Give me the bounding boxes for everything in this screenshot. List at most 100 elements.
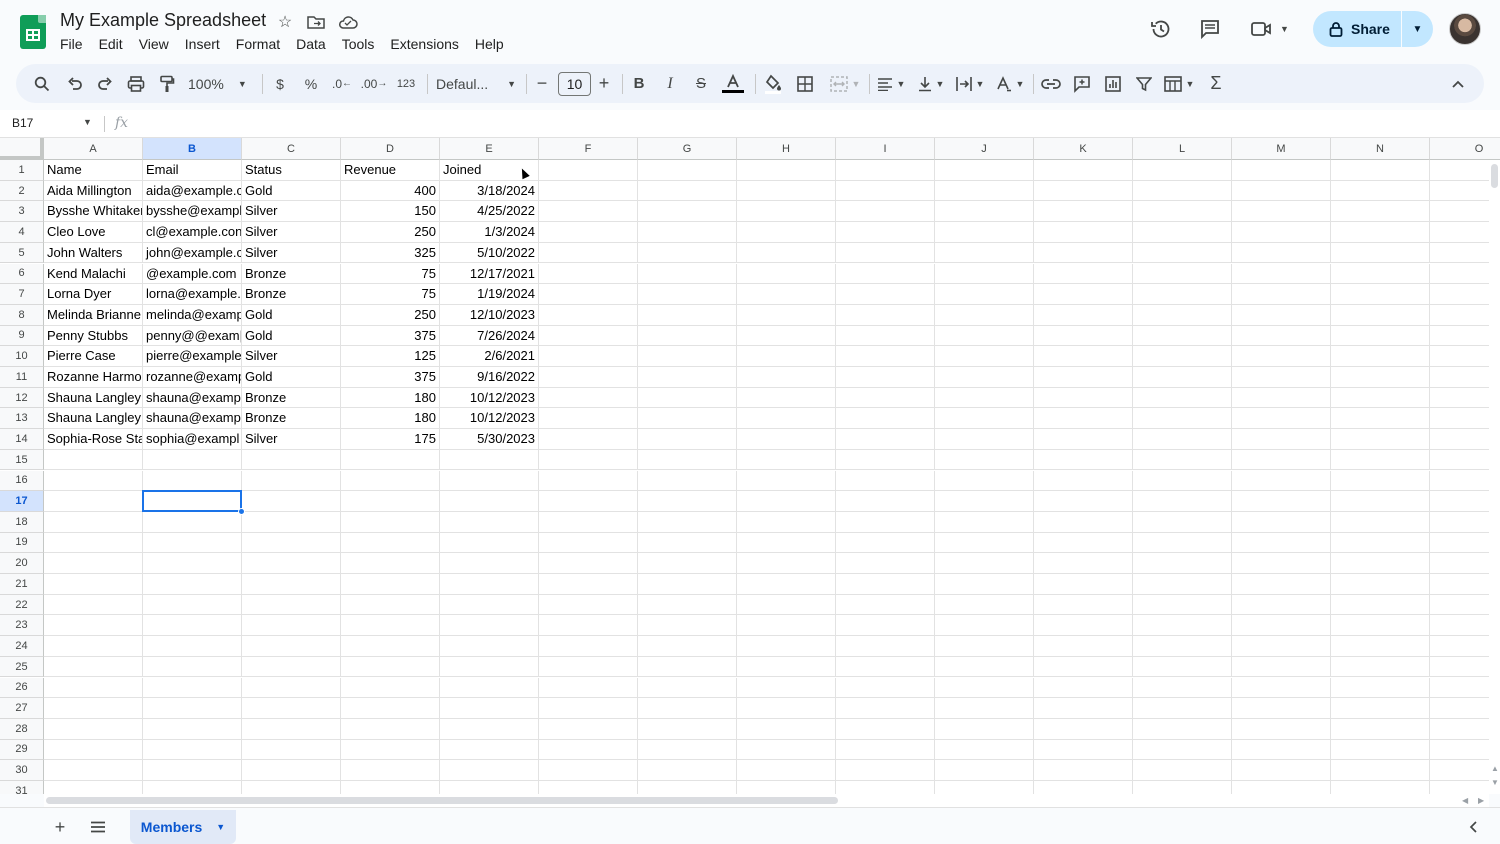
cell-l27[interactable]	[1133, 698, 1232, 719]
cell-m5[interactable]	[1232, 242, 1331, 264]
cell-m23[interactable]	[1232, 615, 1331, 637]
print-icon[interactable]	[124, 64, 148, 103]
cell-k27[interactable]	[1034, 698, 1133, 719]
cell-f30[interactable]	[539, 760, 638, 781]
cell-i25[interactable]	[836, 656, 935, 678]
cell-k18[interactable]	[1034, 511, 1133, 533]
vertical-align-icon[interactable]: ▼	[914, 64, 948, 103]
formula-input[interactable]	[140, 115, 1480, 133]
undo-icon[interactable]	[63, 64, 87, 103]
row-header-16[interactable]: 16	[0, 470, 44, 492]
redo-icon[interactable]	[93, 64, 117, 103]
cell-e8[interactable]: 12/10/2023	[440, 304, 539, 326]
cell-a18[interactable]	[44, 511, 143, 533]
cell-n9[interactable]	[1331, 325, 1430, 347]
cell-d2[interactable]: 400	[341, 180, 440, 202]
cell-i23[interactable]	[836, 615, 935, 637]
cell-j3[interactable]	[935, 201, 1034, 223]
row-header-6[interactable]: 6	[0, 263, 44, 285]
cell-f21[interactable]	[539, 574, 638, 595]
cell-i8[interactable]	[836, 304, 935, 326]
cell-g17[interactable]	[638, 491, 737, 512]
menu-tools[interactable]: Tools	[342, 36, 383, 52]
cell-n2[interactable]	[1331, 180, 1430, 202]
cell-c7[interactable]: Bronze	[242, 284, 341, 305]
cell-d26[interactable]	[341, 677, 440, 699]
cell-f8[interactable]	[539, 304, 638, 326]
insert-chart-icon[interactable]	[1101, 64, 1125, 103]
cell-a4[interactable]: Cleo Love	[44, 222, 143, 243]
menu-view[interactable]: View	[139, 36, 177, 52]
cell-n21[interactable]	[1331, 574, 1430, 595]
fill-color-icon[interactable]	[761, 64, 785, 103]
cell-f20[interactable]	[539, 553, 638, 574]
cell-g23[interactable]	[638, 615, 737, 637]
meet-call-icon[interactable]: ▼	[1250, 16, 1292, 42]
cell-k29[interactable]	[1034, 739, 1133, 761]
cell-l24[interactable]	[1133, 636, 1232, 657]
cell-i18[interactable]	[836, 511, 935, 533]
cell-i7[interactable]	[836, 284, 935, 305]
cell-d4[interactable]: 250	[341, 222, 440, 243]
cell-f3[interactable]	[539, 201, 638, 223]
cell-m10[interactable]	[1232, 346, 1331, 367]
cell-c29[interactable]	[242, 739, 341, 761]
cell-b11[interactable]: rozanne@examp	[143, 367, 242, 388]
cell-n26[interactable]	[1331, 677, 1430, 699]
cell-e5[interactable]: 5/10/2022	[440, 242, 539, 264]
cell-i30[interactable]	[836, 760, 935, 781]
row-header-1[interactable]: 1	[0, 160, 44, 181]
cell-j16[interactable]	[935, 470, 1034, 492]
name-box[interactable]: B17	[12, 116, 33, 130]
cell-a19[interactable]	[44, 532, 143, 554]
cell-e27[interactable]	[440, 698, 539, 719]
cell-e23[interactable]	[440, 615, 539, 637]
cell-g25[interactable]	[638, 656, 737, 678]
cell-m6[interactable]	[1232, 263, 1331, 285]
cell-j24[interactable]	[935, 636, 1034, 657]
cell-j10[interactable]	[935, 346, 1034, 367]
cell-b8[interactable]: melinda@examp	[143, 304, 242, 326]
cell-k3[interactable]	[1034, 201, 1133, 223]
cell-a13[interactable]: Shauna Langley	[44, 408, 143, 430]
cell-d13[interactable]: 180	[341, 408, 440, 430]
cell-b25[interactable]	[143, 656, 242, 678]
cell-g15[interactable]	[638, 449, 737, 471]
cell-c2[interactable]: Gold	[242, 180, 341, 202]
row-header-17[interactable]: 17	[0, 491, 44, 512]
cell-j2[interactable]	[935, 180, 1034, 202]
insert-link-icon[interactable]	[1039, 64, 1063, 103]
borders-icon[interactable]	[793, 64, 817, 103]
cell-f28[interactable]	[539, 718, 638, 740]
cell-f2[interactable]	[539, 180, 638, 202]
cell-k11[interactable]	[1034, 367, 1133, 388]
cell-m22[interactable]	[1232, 594, 1331, 616]
cell-g29[interactable]	[638, 739, 737, 761]
cell-l16[interactable]	[1133, 470, 1232, 492]
cell-i4[interactable]	[836, 222, 935, 243]
column-header-e[interactable]: E	[440, 138, 539, 160]
cell-i31[interactable]	[836, 781, 935, 794]
column-header-i[interactable]: I	[836, 138, 935, 160]
cell-l9[interactable]	[1133, 325, 1232, 347]
cell-f17[interactable]	[539, 491, 638, 512]
cell-m29[interactable]	[1232, 739, 1331, 761]
cell-d23[interactable]	[341, 615, 440, 637]
cell-n25[interactable]	[1331, 656, 1430, 678]
cell-n10[interactable]	[1331, 346, 1430, 367]
cell-g7[interactable]	[638, 284, 737, 305]
cell-j1[interactable]	[935, 160, 1034, 181]
cell-l29[interactable]	[1133, 739, 1232, 761]
cell-i1[interactable]	[836, 160, 935, 181]
cell-l28[interactable]	[1133, 718, 1232, 740]
cell-k2[interactable]	[1034, 180, 1133, 202]
column-header-a[interactable]: A	[44, 138, 143, 160]
cell-j9[interactable]	[935, 325, 1034, 347]
cell-f9[interactable]	[539, 325, 638, 347]
cell-d14[interactable]: 175	[341, 429, 440, 450]
cell-k14[interactable]	[1034, 429, 1133, 450]
cell-a11[interactable]: Rozanne Harmo	[44, 367, 143, 388]
cell-b10[interactable]: pierre@example	[143, 346, 242, 367]
cell-h12[interactable]	[737, 387, 836, 409]
share-main-button[interactable]: Share	[1313, 11, 1401, 47]
